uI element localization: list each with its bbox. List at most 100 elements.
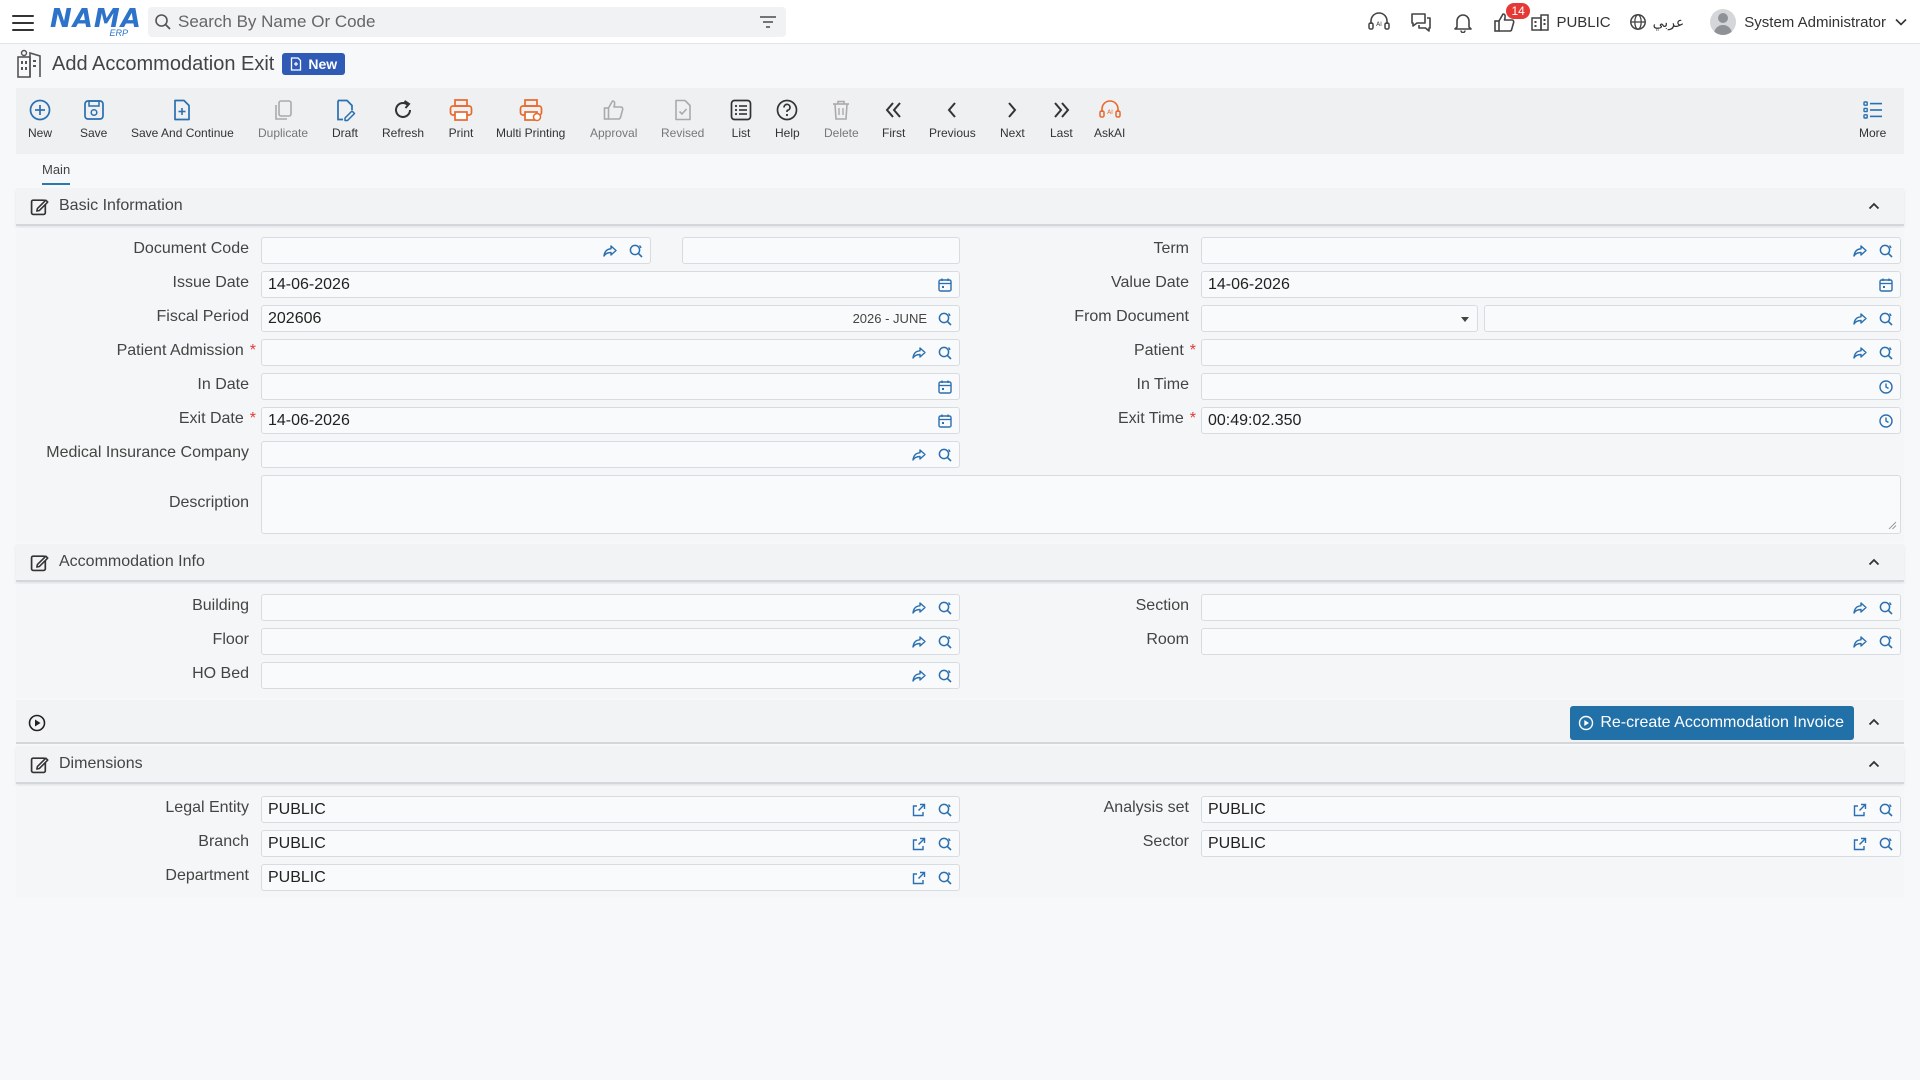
calendar-icon[interactable] [1878, 277, 1894, 293]
lookup-icon[interactable] [1878, 802, 1894, 818]
chevron-up-icon[interactable] [1866, 714, 1882, 735]
document-code-secondary-input[interactable] [682, 237, 960, 264]
askai-button[interactable]: AI AskAI [1094, 96, 1125, 140]
share-icon[interactable] [1852, 600, 1868, 616]
ai-support-icon[interactable]: AI [1358, 0, 1400, 44]
lookup-icon[interactable] [1878, 836, 1894, 852]
exit-time-input[interactable]: 00:49:02.350 [1201, 407, 1901, 434]
share-icon[interactable] [1852, 345, 1868, 361]
share-icon[interactable] [911, 668, 927, 684]
play-circle-icon[interactable] [28, 714, 46, 737]
save-button[interactable]: Save [80, 96, 107, 140]
refresh-button[interactable]: Refresh [382, 96, 424, 140]
share-icon[interactable] [1852, 311, 1868, 327]
from-document-input[interactable] [1484, 305, 1901, 332]
filter-icon[interactable] [750, 15, 786, 29]
search-input[interactable]: Search By Name Or Code [178, 12, 750, 32]
global-search[interactable]: Search By Name Or Code [148, 7, 786, 37]
lookup-icon[interactable] [937, 311, 953, 327]
lookup-icon[interactable] [937, 600, 953, 616]
value-date-input[interactable]: 14-06-2026 [1201, 271, 1901, 298]
description-textarea[interactable] [261, 475, 1901, 534]
branch-input[interactable]: PUBLIC [261, 830, 960, 857]
lookup-icon[interactable] [1878, 600, 1894, 616]
menu-icon[interactable] [12, 10, 34, 34]
lookup-icon[interactable] [628, 243, 644, 259]
duplicate-button[interactable]: Duplicate [258, 96, 308, 140]
lookup-icon[interactable] [1878, 243, 1894, 259]
sector-input[interactable]: PUBLIC [1201, 830, 1901, 857]
new-button[interactable]: New [28, 96, 52, 140]
term-input[interactable] [1201, 237, 1901, 264]
calendar-icon[interactable] [937, 413, 953, 429]
delete-button[interactable]: Delete [824, 96, 859, 140]
patient-input[interactable] [1201, 339, 1901, 366]
chevron-up-icon[interactable] [1866, 554, 1882, 575]
section-input[interactable] [1201, 594, 1901, 621]
lookup-icon[interactable] [937, 634, 953, 650]
fiscal-period-input[interactable]: 202606 2026 - JUNE [261, 305, 960, 332]
lookup-icon[interactable] [1878, 634, 1894, 650]
external-link-icon[interactable] [911, 870, 927, 886]
lookup-icon[interactable] [937, 870, 953, 886]
revised-button[interactable]: Revised [661, 96, 704, 140]
language-switch[interactable]: عربي [1629, 13, 1684, 31]
floor-input[interactable] [261, 628, 960, 655]
entity-selector[interactable]: PUBLIC [1530, 12, 1611, 32]
room-input[interactable] [1201, 628, 1901, 655]
lookup-icon[interactable] [937, 802, 953, 818]
external-link-icon[interactable] [1852, 802, 1868, 818]
share-icon[interactable] [911, 634, 927, 650]
share-icon[interactable] [911, 345, 927, 361]
more-button[interactable]: More [1859, 96, 1886, 140]
document-code-input[interactable] [261, 237, 651, 264]
external-link-icon[interactable] [911, 802, 927, 818]
app-logo[interactable]: NAMA ERP [50, 4, 141, 40]
lookup-icon[interactable] [1878, 311, 1894, 327]
chat-icon[interactable] [1400, 0, 1442, 44]
legal-entity-input[interactable]: PUBLIC [261, 796, 960, 823]
save-and-continue-button[interactable]: Save And Continue [131, 96, 234, 140]
likes-icon[interactable]: 14 [1484, 0, 1530, 44]
department-input[interactable]: PUBLIC [261, 864, 960, 891]
from-document-type-select[interactable] [1201, 305, 1478, 332]
section-header-dimensions[interactable]: Dimensions [16, 746, 1904, 784]
calendar-icon[interactable] [937, 379, 953, 395]
patient-admission-input[interactable] [261, 339, 960, 366]
external-link-icon[interactable] [1852, 836, 1868, 852]
lookup-icon[interactable] [937, 345, 953, 361]
list-button[interactable]: List [729, 96, 753, 140]
print-button[interactable]: Print [448, 96, 474, 140]
notifications-icon[interactable] [1442, 0, 1484, 44]
lookup-icon[interactable] [937, 668, 953, 684]
share-icon[interactable] [602, 243, 618, 259]
caret-down-icon[interactable] [1459, 313, 1471, 325]
share-icon[interactable] [911, 600, 927, 616]
section-header-basic-information[interactable]: Basic Information [16, 188, 1904, 226]
approval-button[interactable]: Approval [590, 96, 637, 140]
help-button[interactable]: Help [775, 96, 800, 140]
clock-icon[interactable] [1878, 413, 1894, 429]
next-button[interactable]: Next [1000, 96, 1025, 140]
building-input[interactable] [261, 594, 960, 621]
last-button[interactable]: Last [1050, 96, 1073, 140]
analysis-set-input[interactable]: PUBLIC [1201, 796, 1901, 823]
in-time-input[interactable] [1201, 373, 1901, 400]
lookup-icon[interactable] [937, 836, 953, 852]
first-button[interactable]: First [882, 96, 905, 140]
user-menu[interactable]: System Administrator [1710, 9, 1908, 35]
chevron-up-icon[interactable] [1866, 756, 1882, 777]
lookup-icon[interactable] [937, 447, 953, 463]
previous-button[interactable]: Previous [929, 96, 976, 140]
draft-button[interactable]: Draft [332, 96, 358, 140]
tab-main[interactable]: Main [42, 162, 71, 185]
clock-icon[interactable] [1878, 379, 1894, 395]
in-date-input[interactable] [261, 373, 960, 400]
multi-printing-button[interactable]: Multi Printing [496, 96, 565, 140]
share-icon[interactable] [1852, 243, 1868, 259]
exit-date-input[interactable]: 14-06-2026 [261, 407, 960, 434]
lookup-icon[interactable] [1878, 345, 1894, 361]
share-icon[interactable] [1852, 634, 1868, 650]
medical-insurance-input[interactable] [261, 441, 960, 468]
calendar-icon[interactable] [937, 277, 953, 293]
